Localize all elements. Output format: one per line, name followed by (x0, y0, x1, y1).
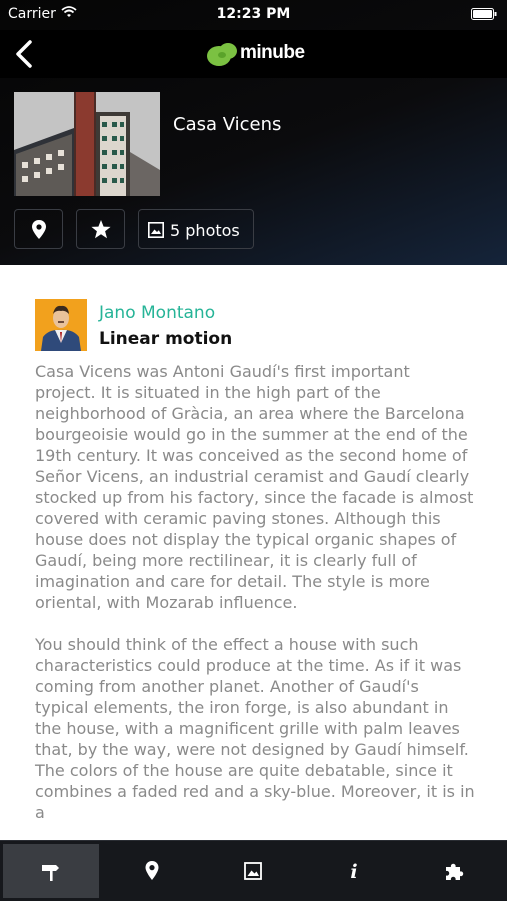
minube-cloud-icon (207, 43, 237, 66)
map-pin-icon (145, 861, 159, 880)
tab-more[interactable] (407, 844, 503, 898)
review-paragraph: You should think of the effect a house w… (35, 635, 475, 822)
signpost-icon (42, 865, 59, 881)
place-thumbnail[interactable] (14, 92, 160, 196)
image-icon (148, 222, 164, 238)
navigation-bar: minube (0, 30, 507, 78)
author-name[interactable]: Jano Montano (99, 303, 215, 323)
favorite-button[interactable] (76, 209, 125, 249)
star-icon (91, 220, 111, 239)
map-pin-icon (32, 220, 46, 239)
location-button[interactable] (14, 209, 63, 249)
photos-button[interactable]: 5 photos (138, 209, 254, 249)
author-avatar[interactable] (35, 299, 87, 351)
image-icon (244, 862, 262, 880)
status-bar: Carrier 12:23 PM (0, 0, 507, 30)
building-photo (14, 92, 160, 196)
info-icon: i (350, 861, 357, 883)
place-header: Carrier 12:23 PM minube Casa Vicens 5 ph… (0, 0, 507, 265)
battery-icon (471, 8, 497, 20)
tab-photos[interactable] (205, 844, 301, 898)
review-paragraph: Casa Vicens was Antoni Gaudí's first imp… (35, 362, 474, 612)
photos-count-label: 5 photos (170, 221, 240, 240)
avatar-image (35, 299, 87, 351)
review-text: Casa Vicens was Antoni Gaudí's first imp… (35, 361, 475, 840)
place-title: Casa Vicens (173, 114, 282, 135)
tab-directions[interactable] (3, 844, 99, 898)
puzzle-icon (446, 863, 464, 880)
back-button[interactable] (10, 38, 42, 70)
review-content[interactable]: Jano Montano Linear motion Casa Vicens w… (0, 265, 507, 840)
tab-location[interactable] (104, 844, 200, 898)
chevron-left-icon (16, 40, 32, 68)
tab-info[interactable]: i (306, 844, 402, 898)
logo-text: minube (240, 42, 305, 63)
review-title: Linear motion (99, 329, 233, 349)
status-time: 12:23 PM (216, 6, 291, 22)
bottom-tab-bar: i (0, 840, 507, 901)
svg-text:i: i (350, 861, 357, 883)
